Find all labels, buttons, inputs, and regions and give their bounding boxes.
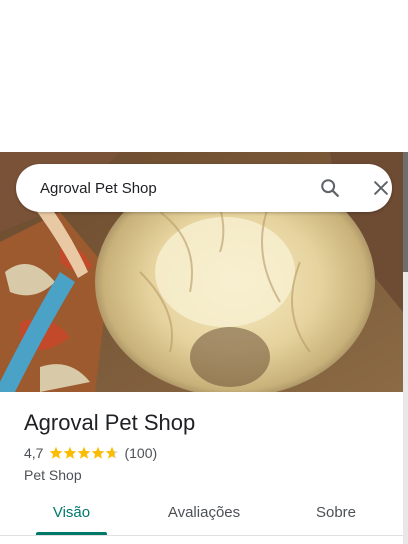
search-icon[interactable] [318,176,342,200]
place-title: Agroval Pet Shop [24,410,196,435]
search-box [16,164,392,212]
rating-value: 4,7 [24,445,44,461]
tab-divider [0,535,403,536]
star-rating [49,446,119,460]
place-panel: Agroval Pet Shop 4,7 (100) Pet Shop Visã… [0,0,408,544]
place-category[interactable]: Pet Shop [24,465,394,485]
scrollbar-thumb[interactable] [403,152,408,272]
star-icon [50,446,63,459]
star-icon [92,446,105,459]
star-icon [106,446,119,459]
tab-about[interactable]: Sobre [306,492,366,536]
tab-overview[interactable]: Visão geral [36,492,107,536]
tab-bar: Visão geral Avaliações Sobre [0,492,403,544]
scrollbar[interactable] [403,152,408,544]
tab-reviews[interactable]: Avaliações [160,492,248,536]
star-icon [78,446,91,459]
place-info: Agroval Pet Shop 4,7 (100) Pet Shop [24,408,394,485]
search-input[interactable] [40,164,290,212]
close-icon[interactable] [369,176,393,200]
star-icon [64,446,77,459]
rating-row[interactable]: 4,7 (100) [24,443,394,463]
review-count[interactable]: (100) [124,445,157,461]
